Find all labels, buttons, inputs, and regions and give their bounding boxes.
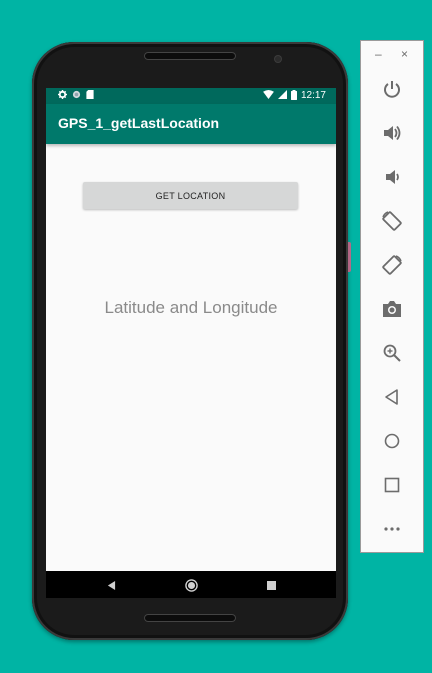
back-icon[interactable] — [379, 384, 405, 410]
app-title: GPS_1_getLastLocation — [58, 115, 220, 131]
get-location-button[interactable]: GET LOCATION — [83, 182, 298, 209]
power-icon[interactable] — [379, 76, 405, 102]
side-button[interactable] — [348, 242, 351, 272]
lat-long-text: Latitude and Longitude — [104, 298, 278, 317]
app-bar: GPS_1_getLastLocation — [46, 104, 336, 144]
volume-up-icon[interactable] — [379, 120, 405, 146]
navigation-bar — [46, 571, 336, 598]
signal-icon — [277, 90, 287, 102]
home-icon[interactable] — [379, 428, 405, 454]
device-screen: 12:17 GPS_1_getLastLocation GET LOCATION… — [46, 88, 336, 598]
phone-frame: 12:17 GPS_1_getLastLocation GET LOCATION… — [32, 42, 351, 640]
home-icon[interactable] — [182, 576, 200, 594]
volume-down-icon[interactable] — [379, 164, 405, 190]
wifi-icon — [263, 90, 274, 102]
minimize-button[interactable]: – — [375, 48, 382, 60]
overview-icon[interactable] — [379, 472, 405, 498]
sd-card-icon — [86, 90, 94, 102]
circle-icon — [72, 90, 81, 102]
front-camera — [275, 56, 281, 62]
emulator-toolbar: – × — [360, 40, 424, 553]
zoom-icon[interactable] — [379, 340, 405, 366]
recents-icon[interactable] — [262, 576, 280, 594]
back-icon[interactable] — [102, 576, 120, 594]
status-time: 12:17 — [300, 90, 326, 101]
app-content: GET LOCATION Latitude and Longitude — [46, 144, 336, 571]
gear-icon — [58, 90, 67, 102]
emulator-stage: 12:17 GPS_1_getLastLocation GET LOCATION… — [0, 0, 432, 673]
status-bar: 12:17 — [46, 88, 336, 104]
close-button[interactable]: × — [401, 48, 408, 60]
rotate-right-icon[interactable] — [379, 252, 405, 278]
top-speaker — [144, 52, 236, 60]
battery-icon — [290, 89, 297, 103]
rotate-left-icon[interactable] — [379, 208, 405, 234]
more-icon[interactable] — [379, 516, 405, 542]
bottom-speaker — [144, 614, 236, 622]
camera-icon[interactable] — [379, 296, 405, 322]
